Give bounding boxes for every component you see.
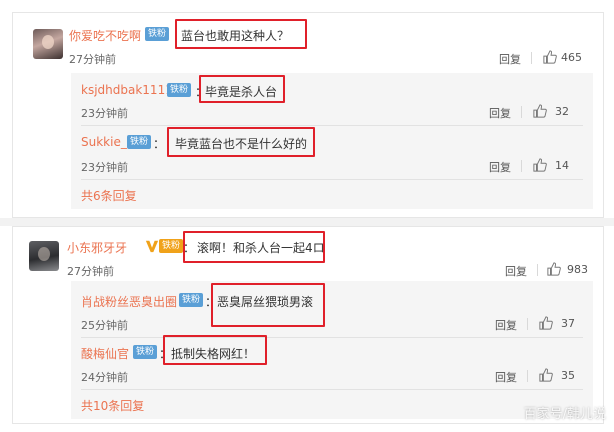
weibo-comments-screenshot: 你爱吃不吃啊 铁粉 ： 蓝台也敢用这种人？ 27分钟前 回复 465 ksjdh… (0, 0, 614, 432)
highlight-box (199, 75, 285, 103)
watermark: 百家号/韩儿说 (523, 407, 606, 422)
divider (537, 264, 538, 276)
thumbs-up-icon[interactable] (547, 262, 561, 276)
replies-panel: 肖战粉丝恶臭出圈 铁粉 ： 恶臭屌丝猥琐男滚 25分钟前 回复 37 酸梅仙官 … (71, 281, 593, 419)
reply-time: 25分钟前 (81, 319, 128, 332)
reply-author[interactable]: 酸梅仙官 (81, 345, 129, 362)
divider (521, 106, 522, 118)
like-count: 32 (555, 105, 569, 118)
reply-time: 24分钟前 (81, 371, 128, 384)
fan-badge[interactable]: 铁粉 (127, 135, 152, 149)
avatar[interactable] (29, 241, 59, 271)
divider (81, 125, 583, 126)
fan-badge[interactable]: 铁粉 (159, 239, 184, 253)
highlight-box (183, 231, 325, 263)
like-count: 37 (561, 317, 575, 330)
comment-card: 你爱吃不吃啊 铁粉 ： 蓝台也敢用这种人？ 27分钟前 回复 465 ksjdh… (12, 12, 604, 218)
avatar[interactable] (33, 29, 63, 59)
reply-time: 23分钟前 (81, 161, 128, 174)
colon-separator: ： (153, 137, 166, 151)
fan-badge[interactable]: 铁粉 (145, 27, 170, 41)
highlight-box (211, 283, 325, 327)
highlight-box (167, 127, 315, 157)
thumbs-up-icon[interactable] (543, 50, 557, 64)
like-count: 35 (561, 369, 575, 382)
more-replies-link[interactable]: 共10条回复 (81, 397, 144, 414)
like-count: 465 (561, 51, 582, 64)
reply-button[interactable]: 回复 (489, 159, 511, 175)
more-replies-link[interactable]: 共6条回复 (81, 187, 137, 204)
comment-card: 小东邪牙牙 铁粉 ： 滚啊！和杀人台一起4ロ 27分钟前 回复 983 肖战粉丝… (12, 226, 604, 424)
fan-badge[interactable]: 铁粉 (179, 293, 204, 307)
thumbs-up-icon[interactable] (539, 368, 553, 382)
highlight-box (163, 335, 267, 365)
divider (81, 179, 583, 180)
highlight-box (175, 19, 307, 49)
divider (531, 52, 532, 64)
reply-button[interactable]: 回复 (495, 317, 517, 333)
divider (81, 389, 583, 390)
reply-button[interactable]: 回复 (505, 263, 527, 279)
reply-author[interactable]: ksjdhdbak11111 (81, 83, 180, 97)
comment-author[interactable]: 你爱吃不吃啊 (69, 27, 141, 44)
reply-button[interactable]: 回复 (495, 369, 517, 385)
reply-time: 23分钟前 (81, 107, 128, 120)
section-gap (0, 218, 614, 226)
like-count: 983 (567, 263, 588, 276)
thumbs-up-icon[interactable] (539, 316, 553, 330)
thumbs-up-icon[interactable] (533, 158, 547, 172)
fan-badge[interactable]: 铁粉 (133, 345, 158, 359)
divider (527, 370, 528, 382)
v-icon (145, 240, 159, 253)
replies-panel: ksjdhdbak11111 铁粉 ： 毕竟是杀人台 23分钟前 回复 32 S… (71, 73, 593, 209)
reply-author[interactable]: 肖战粉丝恶臭出圈 (81, 293, 177, 310)
reply-button[interactable]: 回复 (499, 51, 521, 67)
comment-time: 27分钟前 (67, 265, 114, 278)
like-count: 14 (555, 159, 569, 172)
comment-time: 27分钟前 (69, 53, 116, 66)
thumbs-up-icon[interactable] (533, 104, 547, 118)
reply-author[interactable]: Sukkie_ (81, 135, 127, 149)
comment-author[interactable]: 小东邪牙牙 (67, 239, 127, 256)
fan-badge[interactable]: 铁粉 (167, 83, 192, 97)
reply-button[interactable]: 回复 (489, 105, 511, 121)
divider (81, 337, 583, 338)
divider (521, 160, 522, 172)
divider (527, 318, 528, 330)
